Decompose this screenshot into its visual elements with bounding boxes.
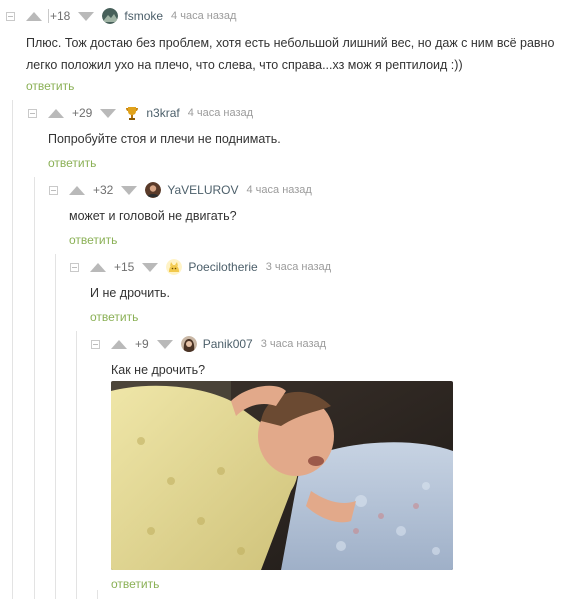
thread-line[interactable] (97, 590, 98, 599)
upvote-arrow-icon[interactable] (48, 108, 64, 118)
thread-line[interactable] (55, 254, 56, 599)
comment-time[interactable]: 3 часа назад (261, 338, 326, 350)
reply-link[interactable]: ответить (48, 156, 96, 170)
reply-link[interactable]: ответить (111, 577, 159, 591)
comment-rating: +9 (135, 337, 149, 351)
comment-rating: +32 (93, 183, 114, 197)
collapse-toggle[interactable] (28, 109, 37, 118)
sleeping-child-illustration (111, 381, 453, 570)
comment-text-line: может и головой не двигать? (69, 209, 237, 223)
downvote-arrow-icon[interactable] (142, 262, 159, 272)
comment-author[interactable]: Panik007 (203, 337, 253, 351)
comment-header: +15 Poecilotherie 3 часа назад (90, 258, 331, 276)
comment-text: Попробуйте стоя и плечи не поднимать. (48, 128, 281, 150)
upvote-arrow-icon[interactable] (26, 11, 42, 21)
comment-author[interactable]: fsmoke (124, 9, 163, 23)
comment-text: Как не дрочить? (111, 359, 205, 381)
comment-text: И не дрочить. (90, 282, 170, 304)
comment-header: +29 n3kraf 4 часа назад (48, 104, 253, 122)
reply-link[interactable]: ответить (69, 233, 117, 247)
comment-text-line: Плюс. Тож достаю без проблем, хотя есть … (26, 36, 555, 50)
collapse-toggle[interactable] (70, 263, 79, 272)
comment-author[interactable]: Poecilotherie (188, 260, 257, 274)
downvote-arrow-icon[interactable] (121, 185, 138, 195)
person-avatar-icon[interactable] (145, 182, 162, 198)
comment-time[interactable]: 4 часа назад (188, 107, 253, 119)
comment-text-line: легко положил ухо на плечо, что слева, ч… (26, 58, 463, 72)
collapse-toggle[interactable] (6, 12, 15, 21)
comment-header: +18 fsmoke 4 часа назад (26, 7, 236, 25)
downvote-arrow-icon[interactable] (78, 11, 95, 21)
upvote-arrow-icon[interactable] (90, 262, 106, 272)
girl-avatar-icon[interactable] (180, 336, 197, 352)
comment-time[interactable]: 3 часа назад (266, 261, 331, 273)
comment-header: +32 YaVELUROV 4 часа назад (69, 181, 312, 199)
trophy-icon[interactable] (124, 105, 140, 121)
comment-rating: +29 (72, 106, 93, 120)
collapse-toggle[interactable] (91, 340, 100, 349)
downvote-arrow-icon[interactable] (100, 108, 117, 118)
comment-text-line: Попробуйте стоя и плечи не поднимать. (48, 132, 281, 146)
collapse-toggle[interactable] (49, 186, 58, 195)
upvote-arrow-icon[interactable] (111, 339, 127, 349)
thread-line[interactable] (34, 177, 35, 599)
cursor-divider (48, 9, 49, 23)
comment-author[interactable]: n3kraf (146, 106, 179, 120)
comment-author[interactable]: YaVELUROV (167, 183, 238, 197)
comment-text: может и головой не двигать? (69, 205, 237, 227)
reply-link[interactable]: ответить (26, 79, 74, 93)
comment-time[interactable]: 4 часа назад (247, 184, 312, 196)
downvote-arrow-icon[interactable] (156, 339, 173, 349)
comment-text-line: Как не дрочить? (111, 363, 206, 377)
comment-header: +9 Panik007 3 часа назад (111, 335, 326, 353)
upvote-arrow-icon[interactable] (69, 185, 85, 195)
landscape-avatar-icon[interactable] (102, 8, 119, 24)
thread-line[interactable] (12, 100, 13, 599)
comment-time[interactable]: 4 часа назад (171, 10, 236, 22)
comment-rating: +18 (50, 9, 71, 23)
comment-gif-image[interactable] (111, 381, 453, 570)
thread-line[interactable] (76, 331, 77, 599)
cat-avatar-icon[interactable] (166, 259, 183, 275)
reply-link[interactable]: ответить (90, 310, 138, 324)
comment-rating: +15 (114, 260, 135, 274)
comment-text: Плюс. Тож достаю без проблем, хотя есть … (26, 32, 554, 76)
comment-text-line: И не дрочить. (90, 286, 170, 300)
